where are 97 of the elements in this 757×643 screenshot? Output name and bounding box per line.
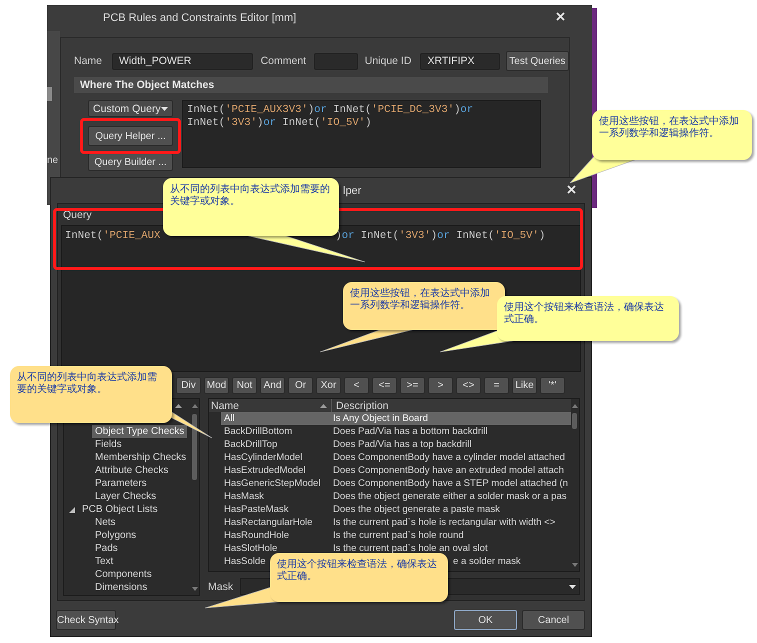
section-header: Where The Object Matches	[74, 77, 548, 93]
table-cell-text: Does ComponentBody have an extruded model attach	[332, 464, 564, 477]
table-cell-text: BackDrillBottom	[223, 425, 294, 438]
tree-item[interactable]: Pads	[92, 542, 121, 555]
tree-item[interactable]: Text	[92, 555, 116, 568]
unique-id-field[interactable]: XRTIFIPX	[420, 52, 500, 70]
table-cell-text: Is the current pad`s hole an oval slot	[332, 542, 488, 555]
table-cell-text: BackDrillTop	[223, 438, 278, 451]
tree-item[interactable]: Object Type Checks	[92, 425, 188, 438]
operator-button[interactable]: >	[428, 377, 453, 394]
operator-button[interactable]: =	[484, 377, 509, 394]
table-row[interactable]: HasCylinderModel Does ComponentBody have a cylinder model attached	[221, 451, 571, 464]
ok-button[interactable]: OK	[454, 610, 517, 630]
tree-item[interactable]: Parameters	[92, 477, 150, 490]
table-cell-text: Is the current pad`s hole round	[332, 529, 464, 542]
scroll-up-icon[interactable]	[572, 404, 578, 408]
tree-item[interactable]: Polygons	[92, 529, 140, 542]
caret-icon	[161, 106, 168, 110]
tree-item[interactable]: Attribute Checks	[92, 464, 172, 477]
operator-button[interactable]: '*'	[540, 377, 565, 394]
unique-id-label: Unique ID	[364, 55, 412, 67]
operator-button[interactable]: Div	[176, 377, 201, 394]
table-cell-text: Does the object generate either a solder mask or a pas	[332, 490, 567, 503]
comment-field[interactable]	[314, 52, 358, 70]
table-cell-text: Is Any Object in Board	[332, 412, 428, 425]
table-row[interactable]: BackDrillTop Does Pad/Via has a top backdrill	[221, 438, 571, 451]
table-cell-text: HasMask	[223, 490, 265, 503]
tree-item[interactable]: Dimensions	[92, 581, 150, 594]
operator-button[interactable]: >=	[400, 377, 425, 394]
expander-icon[interactable]	[69, 506, 75, 512]
table-cell-text: Does the object generate a paste mask	[332, 503, 500, 516]
operator-button[interactable]: Not	[232, 377, 257, 394]
scrollbar[interactable]	[572, 413, 577, 429]
callout-tooltip: 从不同的列表中向表达式添加需要的关键字或对象。	[10, 366, 172, 423]
table-cell-text: HasRectangularHole	[223, 516, 314, 529]
table-row[interactable]: All Is Any Object in Board	[221, 412, 571, 425]
table-row[interactable]: HasMask Does the object generate either a solder mask or a pas	[221, 490, 571, 503]
table-row[interactable]: HasPasteMask Does the object generate a paste mask	[221, 503, 571, 516]
tree-item[interactable]: PCB Object Lists	[79, 503, 161, 516]
scroll-up-icon[interactable]	[192, 404, 198, 408]
table-row[interactable]: BackDrillBottom Does Pad/Via has a bottom backdrill	[221, 425, 571, 438]
close-icon[interactable]	[567, 185, 576, 194]
operator-button[interactable]: <	[344, 377, 369, 394]
operator-button[interactable]: Mod	[204, 377, 229, 394]
table-cell-text: HasPasteMask	[223, 503, 290, 516]
tree-item[interactable]: Fields	[92, 438, 125, 451]
table-cell-text: HasRoundHole	[223, 529, 290, 542]
mask-label: Mask	[208, 580, 234, 592]
sort-icon[interactable]	[175, 404, 182, 408]
operator-button[interactable]: <=	[372, 377, 397, 394]
scroll-down-icon[interactable]	[572, 563, 578, 567]
table-cell-text: Does Pad/Via has a top backdrill	[332, 438, 472, 451]
table-row[interactable]: HasRectangularHole Is the current pad`s hole is rectangular with width <>	[221, 516, 571, 529]
operator-button[interactable]: Or	[288, 377, 313, 394]
panel-text: ne	[47, 155, 58, 166]
query-field[interactable]: InNet('PCIE_AUX3V3')or InNet('PCIE_DC_3V3')or InNet('3V3')or InNet('IO_5V')	[182, 100, 541, 168]
operator-button[interactable]: <>	[456, 377, 481, 394]
close-icon[interactable]	[556, 12, 565, 21]
check-syntax-button[interactable]: Check Syntax	[56, 610, 116, 630]
column-header[interactable]: Description	[336, 400, 389, 412]
tree-item[interactable]: Layer Checks	[92, 490, 160, 503]
tree-item[interactable]: Membership Checks	[92, 451, 190, 464]
column-header[interactable]: Name	[211, 400, 240, 412]
name-field[interactable]: Width_POWER	[112, 52, 253, 70]
table-cell-text: HasExtrudedModel	[223, 464, 307, 477]
table-cell-text: Does ComponentBody have a STEP model attached (n	[332, 477, 568, 490]
sort-icon[interactable]	[320, 404, 327, 408]
caret-icon	[569, 584, 576, 588]
table-cell-text: Is the current pad`s hole is rectangular with width <>	[332, 516, 556, 529]
table-cell-text: HasCylinderModel	[223, 451, 304, 464]
table-cell-text: Does ComponentBody have a cylinder model attached	[332, 451, 565, 464]
table-cell-text: All	[223, 412, 236, 425]
table-cell-text: HasSlotHole	[223, 542, 278, 555]
window-title: lper	[343, 184, 362, 196]
table-row[interactable]: HasExtrudedModel Does ComponentBody have an extruded model attach	[221, 464, 571, 477]
test-queries-button[interactable]: Test Queries	[506, 51, 569, 71]
tree-item[interactable]: Nets	[92, 516, 119, 529]
scrollbar[interactable]	[192, 414, 197, 480]
table-row[interactable]: HasGenericStepModel Does ComponentBody have a STEP model attached (n	[221, 477, 571, 490]
query-builder-button[interactable]: Query Builder ...	[88, 153, 173, 171]
window-title: PCB Rules and Constraints Editor [mm]	[103, 12, 296, 24]
query-type-dropdown[interactable]: Custom Query	[88, 100, 173, 117]
table-row[interactable]: HasSlotHole Is the current pad`s hole an oval slot	[221, 542, 571, 555]
query-label: Query	[63, 209, 92, 221]
scroll-down-icon[interactable]	[192, 587, 198, 591]
query-helper-button[interactable]: Query Helper ...	[88, 126, 173, 146]
scrollbar[interactable]	[47, 87, 52, 101]
cancel-button[interactable]: Cancel	[522, 610, 585, 630]
comment-label: Comment	[260, 55, 306, 67]
operator-button[interactable]: Xor	[316, 377, 341, 394]
operator-button[interactable]: Like	[512, 377, 537, 394]
table-cell-text: Does Pad/Via has a bottom backdrill	[332, 425, 488, 438]
table-cell-text: HasGenericStepModel	[223, 477, 322, 490]
table-row[interactable]: HasRoundHole Is the current pad`s hole round	[221, 529, 571, 542]
operator-button[interactable]: And	[260, 377, 285, 394]
tree-item[interactable]: Components	[92, 568, 155, 581]
name-label: Name	[74, 55, 102, 67]
